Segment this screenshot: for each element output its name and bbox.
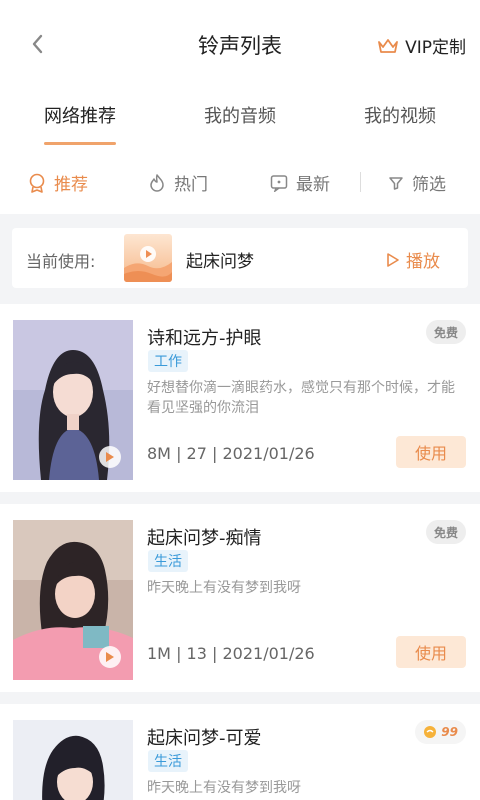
ringtone-meta: 1M | 13 | 2021/01/26	[147, 644, 315, 663]
tab-network-recommend[interactable]: 网络推荐	[44, 102, 116, 128]
coin-icon	[424, 726, 437, 738]
filter-recommend[interactable]: 推荐	[28, 170, 88, 195]
tab-my-video[interactable]: 我的视频	[364, 102, 436, 128]
coin-price-badge: 99	[415, 720, 466, 744]
free-badge: 免费	[425, 520, 466, 544]
video-thumbnail[interactable]	[13, 720, 133, 800]
ringtone-description: 昨天晚上有没有梦到我呀	[147, 780, 301, 796]
vip-custom-button[interactable]: VIP定制	[377, 33, 466, 58]
ringtone-title: 诗和远方-护眼	[147, 328, 262, 349]
ringtone-description: 昨天晚上有没有梦到我呀	[147, 580, 301, 596]
filter-icon	[389, 176, 403, 190]
play-icon	[387, 252, 399, 267]
filter-label: 推荐	[54, 175, 88, 195]
header: 铃声列表 VIP定制	[0, 0, 480, 88]
ringtone-list-item[interactable]: 起床问梦-痴情 生活 昨天晚上有没有梦到我呀 1M | 13 | 2021/01…	[0, 504, 480, 692]
ringtone-title: 起床问梦-可爱	[147, 728, 262, 749]
badge-icon	[29, 173, 45, 193]
use-button[interactable]: 使用	[396, 436, 466, 468]
filter-hot[interactable]: 热门	[148, 170, 208, 195]
vip-label: VIP定制	[405, 38, 466, 58]
current-label: 当前使用:	[26, 252, 96, 271]
filter-bar: 推荐 热门 最新 筛选	[0, 154, 480, 214]
video-play-icon[interactable]	[99, 646, 121, 668]
video-thumbnail[interactable]	[13, 520, 133, 680]
filter-label: 最新	[296, 175, 330, 195]
ringtone-meta: 8M | 27 | 2021/01/26	[147, 444, 315, 463]
current-ringtone-name: 起床问梦	[186, 252, 254, 272]
ringtone-list-item[interactable]: 诗和远方-护眼 工作 好想替你滴一滴眼药水，感觉只有那个时候，才能看见坚强的你流…	[0, 304, 480, 492]
crown-icon	[378, 38, 398, 53]
filter-newest[interactable]: 最新	[270, 170, 330, 195]
active-tab-indicator	[44, 142, 116, 145]
current-thumbnail	[124, 234, 172, 282]
category-tag: 生活	[148, 750, 188, 772]
ringtone-list-item[interactable]: 起床问梦-可爱 生活 昨天晚上有没有梦到我呀 99	[0, 704, 480, 800]
free-badge: 免费	[425, 320, 466, 344]
filter-label: 热门	[174, 175, 208, 195]
ringtone-description: 好想替你滴一滴眼药水，感觉只有那个时候，才能看见坚强的你流泪	[147, 380, 455, 416]
main-tabs: 网络推荐 我的音频 我的视频	[0, 88, 480, 154]
play-label: 播放	[406, 252, 440, 272]
category-tag: 工作	[148, 350, 188, 372]
category-tag: 生活	[148, 550, 188, 572]
tab-my-audio[interactable]: 我的音频	[204, 102, 276, 128]
video-play-icon[interactable]	[99, 446, 121, 468]
use-button[interactable]: 使用	[396, 636, 466, 668]
new-icon	[270, 174, 288, 192]
coin-price: 99	[441, 725, 458, 739]
filter-divider	[360, 172, 361, 192]
play-button[interactable]: 播放	[386, 247, 440, 272]
flame-icon	[150, 173, 164, 192]
current-ringtone-card: 当前使用: 起床问梦 播放	[12, 228, 468, 288]
ringtone-title: 起床问梦-痴情	[147, 528, 262, 549]
filter-label: 筛选	[412, 175, 446, 195]
filter-screen[interactable]: 筛选	[388, 170, 446, 195]
video-thumbnail[interactable]	[13, 320, 133, 480]
